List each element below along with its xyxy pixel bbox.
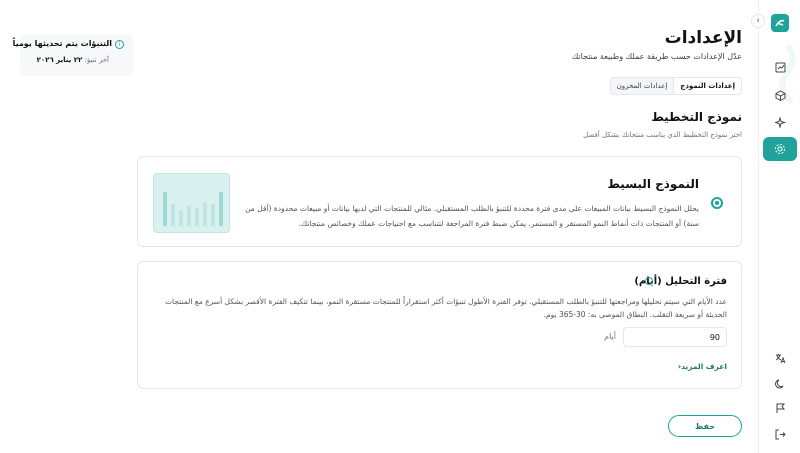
model-radio[interactable] [711, 197, 723, 209]
analysis-period-card: فترة التحليل (أيام) عدد الأيام التي سيتم… [137, 261, 742, 389]
sparkle-icon[interactable] [770, 112, 790, 132]
flag-icon[interactable] [770, 398, 790, 418]
learn-more-link[interactable]: اعرف المزيد‹ [670, 362, 727, 371]
analysis-days-input[interactable] [623, 327, 727, 347]
clock-icon [645, 277, 653, 285]
last-forecast-label: آخر تنبؤ: [84, 56, 109, 64]
page-subtitle: عدّل الإعدادات حسب طريقة عملك وطبيعة منت… [571, 52, 742, 61]
logout-icon[interactable] [770, 424, 790, 444]
last-forecast: آخر تنبؤ: ٢٢ يناير ٢٠٢٦ [37, 56, 109, 64]
moon-icon[interactable] [770, 373, 790, 393]
logo-icon[interactable] [771, 14, 789, 32]
section-title: نموذج التخطيط [651, 110, 742, 124]
save-button[interactable]: حفظ [668, 415, 742, 437]
learn-more-label: اعرف المزيد [681, 362, 727, 371]
chart-icon[interactable] [770, 57, 790, 77]
box-icon[interactable] [770, 85, 790, 105]
section-description: اختر نموذج التخطيط الذي يناسب منتجاتك بش… [583, 131, 742, 139]
notice-title: التنبؤات يتم تحديثها يومياً [12, 39, 112, 48]
side-rail: ‹ [751, 0, 800, 453]
settings-icon[interactable] [763, 137, 797, 161]
info-icon: i [115, 40, 124, 49]
analysis-description: عدد الأيام التي سيتم تحليلها ومراجعتها ل… [165, 297, 727, 319]
bar-chart-illustration [153, 173, 230, 233]
model-name: النموذج البسيط [607, 177, 699, 191]
tab-inventory-settings[interactable]: إعدادات المخزون [611, 78, 674, 94]
settings-tabs: إعدادات النموذج إعدادات المخزون [609, 77, 742, 95]
forecast-notice: i التنبؤات يتم تحديثها يومياً آخر تنبؤ: … [13, 34, 134, 76]
days-unit-label: أيام [604, 332, 616, 341]
last-forecast-date: ٢٢ يناير ٢٠٢٦ [36, 56, 83, 64]
model-description: يحلل النموذج البسيط بيانات المبيعات على … [245, 204, 699, 228]
translate-icon[interactable] [770, 348, 790, 368]
tab-model-settings[interactable]: إعدادات النموذج [673, 78, 741, 94]
page-title: الإعدادات [664, 28, 742, 48]
collapse-toggle[interactable]: ‹ [751, 14, 765, 28]
model-option-card[interactable]: النموذج البسيط يحلل النموذج البسيط بيانا… [137, 156, 742, 247]
